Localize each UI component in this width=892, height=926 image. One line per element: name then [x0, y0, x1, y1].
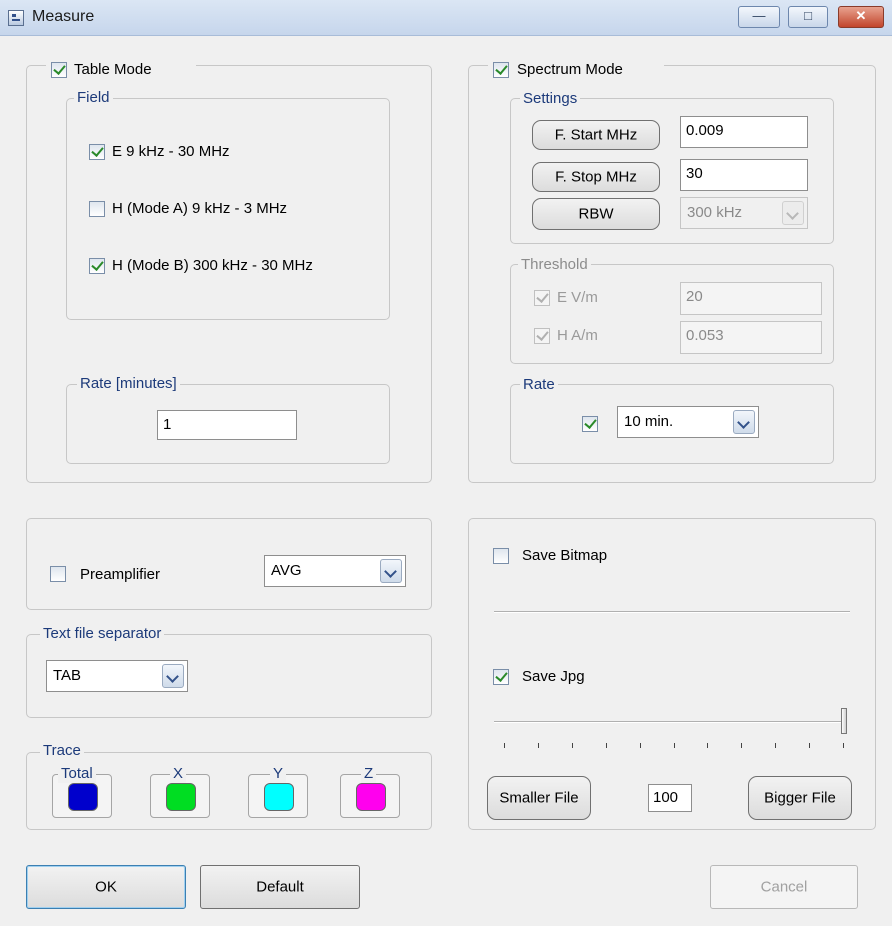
- slider-tick: [775, 743, 777, 748]
- spectrum-mode-checkbox[interactable]: [493, 62, 509, 78]
- threshold-h-checkbox[interactable]: [534, 328, 550, 344]
- bitmap-quality-slider[interactable]: [494, 611, 850, 613]
- slider-tick: [707, 743, 709, 748]
- f-start-button[interactable]: F. Start MHz: [532, 120, 660, 150]
- save-jpg-label: Save Jpg: [522, 668, 585, 685]
- trace-x-swatch: [166, 783, 196, 811]
- app-icon: [8, 10, 24, 26]
- save-bitmap-checkbox[interactable]: [493, 548, 509, 564]
- separator-select[interactable]: TAB: [46, 660, 188, 692]
- slider-tick: [537, 743, 539, 748]
- jpg-quality-slider[interactable]: [494, 721, 844, 723]
- slider-tick: [843, 743, 844, 748]
- trace-z-label: Z: [361, 765, 377, 783]
- jpg-quality-slider-thumb[interactable]: [841, 708, 847, 734]
- slider-tick: [809, 743, 811, 748]
- trace-legend: Trace: [40, 742, 84, 760]
- smaller-file-button[interactable]: Smaller File: [487, 776, 591, 820]
- spectrum-rate-checkbox[interactable]: [582, 416, 598, 432]
- settings-legend: Settings: [520, 90, 581, 108]
- threshold-e-label: E V/m: [557, 289, 598, 306]
- rbw-button[interactable]: RBW: [532, 198, 660, 230]
- save-bitmap-label: Save Bitmap: [522, 547, 608, 564]
- chevron-down-icon[interactable]: [782, 201, 804, 225]
- trace-y-label: Y: [270, 765, 287, 783]
- cancel-button[interactable]: Cancel: [710, 865, 858, 909]
- table-mode-checkbox[interactable]: [51, 62, 67, 78]
- spectrum-mode-label: Spectrum Mode: [517, 61, 623, 78]
- trace-total-label: Total: [58, 765, 96, 783]
- preamplifier-checkbox[interactable]: [50, 566, 66, 582]
- f-stop-button[interactable]: F. Stop MHz: [532, 162, 660, 192]
- slider-tick: [741, 743, 743, 748]
- field-h-mode-b-checkbox[interactable]: [89, 258, 105, 274]
- trace-y-swatch: [264, 783, 294, 811]
- threshold-e-input[interactable]: 20: [680, 282, 822, 315]
- field-h-mode-b-label: H (Mode B) 300 kHz - 30 MHz: [112, 257, 313, 274]
- spectrum-rate-select-value: 10 min.: [624, 413, 674, 430]
- field-e-label: E 9 kHz - 30 MHz: [112, 143, 230, 160]
- maximize-button[interactable]: □: [788, 6, 828, 28]
- rbw-select-value: 300 kHz: [687, 204, 743, 221]
- field-legend: Field: [74, 89, 113, 107]
- slider-ticks: [504, 743, 844, 751]
- save-jpg-checkbox[interactable]: [493, 669, 509, 685]
- field-h-mode-a-label: H (Mode A) 9 kHz - 3 MHz: [112, 200, 288, 217]
- detector-select[interactable]: AVG: [264, 555, 406, 587]
- slider-tick: [605, 743, 607, 748]
- slider-tick: [571, 743, 573, 748]
- minimize-button[interactable]: —: [738, 6, 780, 28]
- field-e-checkbox[interactable]: [89, 144, 105, 160]
- chevron-down-icon[interactable]: [733, 410, 755, 434]
- threshold-e-checkbox[interactable]: [534, 290, 550, 306]
- close-button[interactable]: ✕: [838, 6, 884, 28]
- table-mode-label: Table Mode: [74, 61, 152, 78]
- rate-minutes-legend: Rate [minutes]: [77, 375, 180, 393]
- field-h-mode-a-checkbox[interactable]: [89, 201, 105, 217]
- trace-total-swatch: [68, 783, 98, 811]
- f-stop-input[interactable]: 30: [680, 159, 808, 191]
- window-title: Measure: [32, 8, 95, 25]
- threshold-h-input[interactable]: 0.053: [680, 321, 822, 354]
- slider-tick: [673, 743, 675, 748]
- ok-button[interactable]: OK: [26, 865, 186, 909]
- threshold-legend: Threshold: [518, 256, 591, 274]
- spectrum-rate-legend: Rate: [520, 376, 558, 394]
- preamplifier-label: Preamplifier: [80, 566, 161, 583]
- separator-select-value: TAB: [53, 667, 82, 684]
- rate-minutes-input[interactable]: 1: [157, 410, 297, 440]
- detector-select-value: AVG: [271, 562, 302, 579]
- threshold-h-label: H A/m: [557, 327, 598, 344]
- default-button[interactable]: Default: [200, 865, 360, 909]
- slider-tick: [639, 743, 641, 748]
- chevron-down-icon[interactable]: [380, 559, 402, 583]
- f-start-input[interactable]: 0.009: [680, 116, 808, 148]
- chevron-down-icon[interactable]: [162, 664, 184, 688]
- trace-x-label: X: [170, 765, 187, 783]
- separator-legend: Text file separator: [40, 625, 165, 643]
- trace-z-swatch: [356, 783, 386, 811]
- rbw-select[interactable]: 300 kHz: [680, 197, 808, 229]
- title-bar: Measure — □ ✕: [0, 0, 892, 36]
- slider-tick: [504, 743, 505, 748]
- spectrum-rate-select[interactable]: 10 min.: [617, 406, 759, 438]
- bigger-file-button[interactable]: Bigger File: [748, 776, 852, 820]
- quality-value-field[interactable]: 100: [648, 784, 692, 812]
